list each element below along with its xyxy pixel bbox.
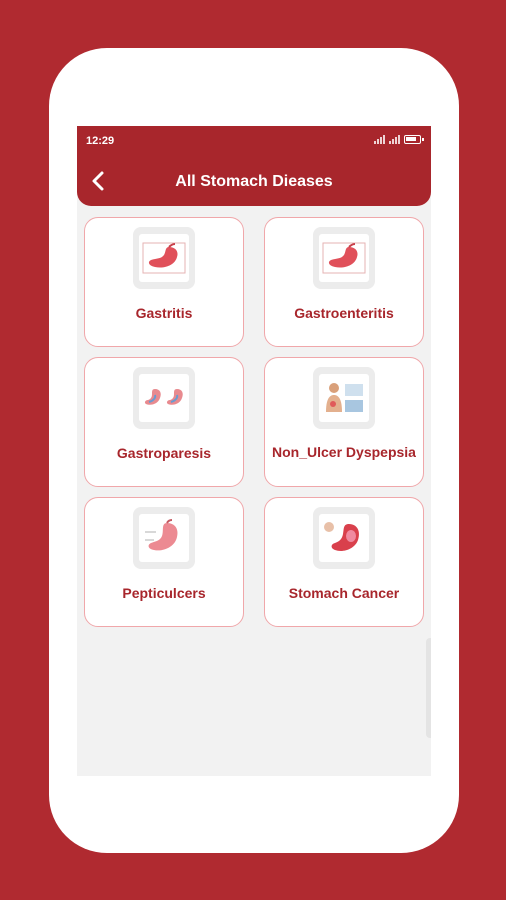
status-time: 12:29 bbox=[86, 135, 115, 147]
status-icons bbox=[374, 135, 424, 144]
disease-card-label: Non_Ulcer Dyspepsia bbox=[272, 444, 416, 460]
app-screen: 12:29 All Stomach Dieases Gastritis Gast… bbox=[77, 126, 431, 776]
disease-thumbnail bbox=[313, 227, 375, 289]
stomach-illustration-icon bbox=[142, 242, 186, 274]
disease-grid: Gastritis Gastroenteritis Gastroparesis … bbox=[84, 217, 424, 627]
disease-thumbnail bbox=[313, 367, 375, 429]
stomach-comparison-illustration-icon bbox=[144, 389, 183, 405]
disease-card-pepticulcers[interactable]: Pepticulcers bbox=[84, 497, 244, 627]
disease-thumbnail bbox=[133, 227, 195, 289]
stomach-ulcer-illustration-icon bbox=[145, 519, 178, 551]
disease-card-label: Gastroparesis bbox=[116, 445, 212, 461]
signal-icon bbox=[374, 135, 385, 144]
stomach-illustration-icon bbox=[322, 242, 366, 274]
disease-thumbnail bbox=[313, 507, 375, 569]
page-title: All Stomach Dieases bbox=[175, 173, 333, 190]
signal-icon bbox=[389, 135, 400, 144]
stomach-cancer-illustration-icon bbox=[324, 522, 359, 551]
status-bar: 12:29 bbox=[77, 126, 431, 156]
disease-thumbnail bbox=[133, 507, 195, 569]
disease-card-gastroparesis[interactable]: Gastroparesis bbox=[84, 357, 244, 487]
scroll-edge bbox=[426, 638, 431, 738]
disease-card-label: Gastritis bbox=[135, 305, 193, 321]
disease-card-label: Pepticulcers bbox=[122, 585, 206, 601]
disease-card-gastroenteritis[interactable]: Gastroenteritis bbox=[264, 217, 424, 347]
disease-card-gastritis[interactable]: Gastritis bbox=[84, 217, 244, 347]
disease-card-label: Stomach Cancer bbox=[288, 585, 400, 601]
disease-thumbnail bbox=[133, 367, 195, 429]
disease-card-stomach-cancer[interactable]: Stomach Cancer bbox=[264, 497, 424, 627]
disease-card-label: Gastroenteritis bbox=[294, 305, 394, 321]
app-bar: All Stomach Dieases bbox=[77, 156, 431, 206]
battery-icon bbox=[404, 135, 424, 144]
disease-card-non-ulcer-dyspepsia[interactable]: Non_Ulcer Dyspepsia bbox=[264, 357, 424, 487]
patient-illustration-icon bbox=[326, 383, 363, 412]
